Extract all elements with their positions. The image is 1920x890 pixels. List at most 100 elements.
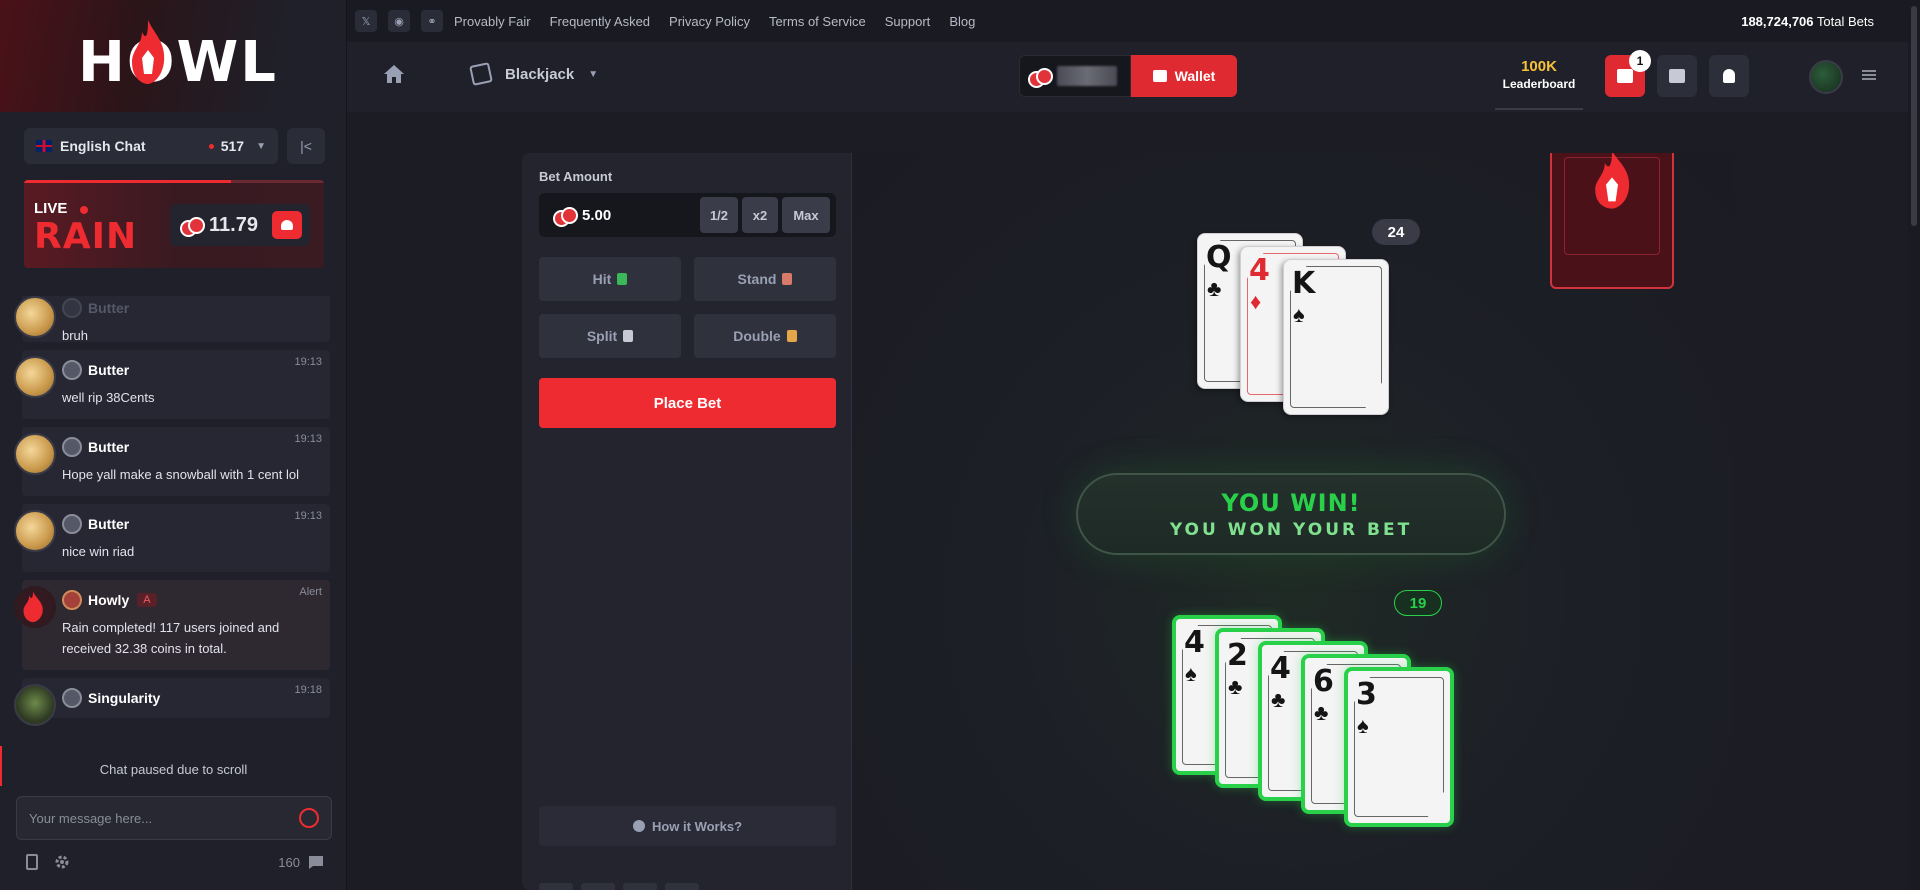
link-icon[interactable]: ⚭ bbox=[421, 10, 443, 32]
discord-icon[interactable]: ◉ bbox=[388, 10, 410, 32]
stand-button[interactable]: Stand bbox=[694, 257, 836, 301]
split-button[interactable]: Split bbox=[539, 314, 681, 358]
flame-icon bbox=[23, 592, 43, 623]
chat-message-input[interactable]: Your message here... bbox=[16, 796, 332, 840]
username[interactable]: Butter bbox=[88, 362, 129, 378]
chat-message: Butter 19:13 Hope yall make a snowball w… bbox=[14, 426, 330, 496]
dealer-score: 24 bbox=[1372, 219, 1420, 245]
playing-card: K ♠ bbox=[1283, 259, 1389, 415]
link-faq[interactable]: Frequently Asked bbox=[550, 14, 650, 29]
bottom-tab[interactable] bbox=[665, 883, 699, 890]
avatar[interactable] bbox=[14, 432, 56, 475]
rewards-count-badge: 1 bbox=[1629, 50, 1651, 72]
card-suit-icon: ♣ bbox=[1228, 674, 1243, 699]
avatar[interactable] bbox=[14, 356, 56, 398]
link-provably-fair[interactable]: Provably Fair bbox=[454, 14, 531, 29]
rain-join-button[interactable] bbox=[272, 211, 302, 239]
avatar[interactable] bbox=[14, 296, 56, 338]
link-terms[interactable]: Terms of Service bbox=[769, 14, 866, 29]
place-bet-button[interactable]: Place Bet bbox=[539, 378, 836, 428]
user-avatar[interactable] bbox=[1809, 60, 1843, 94]
rain-amount: 11.79 bbox=[209, 213, 258, 236]
message-text: Rain completed! 117 users joined and rec… bbox=[62, 620, 280, 657]
username[interactable]: Butter bbox=[88, 439, 129, 455]
hamburger-menu-icon[interactable] bbox=[1862, 70, 1876, 80]
notifications-button[interactable] bbox=[1709, 55, 1749, 97]
bet-amount-input[interactable]: 5.00 1/2 x2 Max bbox=[539, 193, 836, 237]
bottom-tab[interactable] bbox=[623, 883, 657, 890]
game-selector[interactable]: Blackjack ▼ bbox=[469, 62, 599, 86]
how-it-works-button[interactable]: How it Works? bbox=[539, 806, 836, 846]
bell-icon bbox=[1723, 69, 1735, 83]
coin-icon bbox=[553, 207, 578, 227]
double-bet-button[interactable]: x2 bbox=[742, 197, 778, 233]
username[interactable]: Singularity bbox=[88, 690, 160, 706]
level-badge-icon bbox=[62, 360, 82, 380]
bottom-tab[interactable] bbox=[581, 883, 615, 890]
logo-area[interactable]: HOWL bbox=[0, 0, 346, 112]
message-time: Alert bbox=[299, 586, 322, 599]
level-badge-icon bbox=[62, 298, 82, 318]
bottom-tab[interactable] bbox=[539, 883, 573, 890]
half-bet-button[interactable]: 1/2 bbox=[700, 197, 738, 233]
avatar[interactable] bbox=[14, 586, 56, 629]
card-rank: Q bbox=[1206, 240, 1232, 275]
flame-logo-icon bbox=[1595, 153, 1630, 209]
emoji-icon[interactable] bbox=[299, 808, 319, 828]
collapse-chat-button[interactable]: |< bbox=[287, 128, 325, 164]
link-support[interactable]: Support bbox=[885, 14, 931, 29]
playing-card: 3 ♠ bbox=[1344, 667, 1454, 827]
logo: HOWL bbox=[78, 30, 278, 95]
chat-paused-notice[interactable]: Chat paused due to scroll bbox=[0, 746, 347, 786]
card-rank: 4 bbox=[1270, 651, 1291, 686]
card-suit-icon: ♣ bbox=[1207, 276, 1222, 301]
username[interactable]: Howly bbox=[88, 592, 129, 608]
scrollbar-thumb[interactable] bbox=[1911, 6, 1917, 226]
page-scrollbar[interactable] bbox=[1908, 0, 1920, 890]
username[interactable]: Butter bbox=[88, 300, 129, 316]
total-bets-value: 188,724,706 bbox=[1741, 13, 1814, 29]
message-time: 19:13 bbox=[294, 509, 322, 522]
card-rank: 4 bbox=[1184, 625, 1205, 660]
collapse-left-icon: |< bbox=[300, 138, 312, 154]
rules-icon[interactable] bbox=[24, 854, 40, 870]
uk-flag-icon bbox=[36, 140, 52, 152]
home-icon[interactable] bbox=[383, 64, 405, 84]
max-bet-button[interactable]: Max bbox=[782, 197, 830, 233]
link-blog[interactable]: Blog bbox=[949, 14, 975, 29]
link-privacy[interactable]: Privacy Policy bbox=[669, 14, 750, 29]
bet-amount-value: 5.00 bbox=[582, 206, 612, 224]
live-dot-icon bbox=[80, 206, 88, 214]
gift-icon bbox=[1617, 69, 1633, 83]
avatar[interactable] bbox=[14, 509, 56, 552]
message-time: 19:18 bbox=[294, 683, 322, 696]
avatar[interactable] bbox=[14, 683, 56, 726]
x-icon[interactable]: 𝕏 bbox=[355, 10, 377, 32]
chat-room-selector[interactable]: English Chat 517 ▼ bbox=[24, 128, 278, 164]
message-time: 19:13 bbox=[294, 356, 322, 368]
stand-label: Stand bbox=[737, 271, 777, 287]
hit-label: Hit bbox=[592, 271, 612, 287]
chips-stack-icon bbox=[786, 330, 797, 342]
wallet-button[interactable]: Wallet bbox=[1131, 55, 1237, 97]
message-text: bruh bbox=[62, 328, 89, 343]
rain-amount-box: 11.79 bbox=[170, 204, 310, 246]
leaderboard-button[interactable]: 100K Leaderboard bbox=[1495, 58, 1583, 110]
gear-icon[interactable] bbox=[54, 854, 70, 870]
bot-badge-icon bbox=[62, 590, 82, 611]
chat-sidebar: HOWL English Chat 517 ▼ |< LIVE RAIN 11.… bbox=[0, 0, 347, 890]
card-rank: 2 bbox=[1227, 638, 1248, 673]
chat-bubble-icon bbox=[309, 856, 323, 869]
balance-display[interactable] bbox=[1019, 55, 1131, 97]
online-count: 517 bbox=[220, 138, 245, 154]
chat-messages[interactable]: Butter bruh Butter 19:13 well rip 38Cent… bbox=[14, 296, 334, 756]
card-suit-icon: ♠ bbox=[1293, 302, 1305, 327]
double-button[interactable]: Double bbox=[694, 314, 836, 358]
coin-icon bbox=[1028, 68, 1053, 88]
daily-case-button[interactable] bbox=[1657, 55, 1697, 97]
card-rank: 4 bbox=[1249, 253, 1270, 288]
chevron-down-icon: ▼ bbox=[588, 68, 599, 80]
hit-button[interactable]: Hit bbox=[539, 257, 681, 301]
username[interactable]: Butter bbox=[88, 516, 129, 532]
card-suit-icon: ♠ bbox=[1357, 713, 1369, 738]
